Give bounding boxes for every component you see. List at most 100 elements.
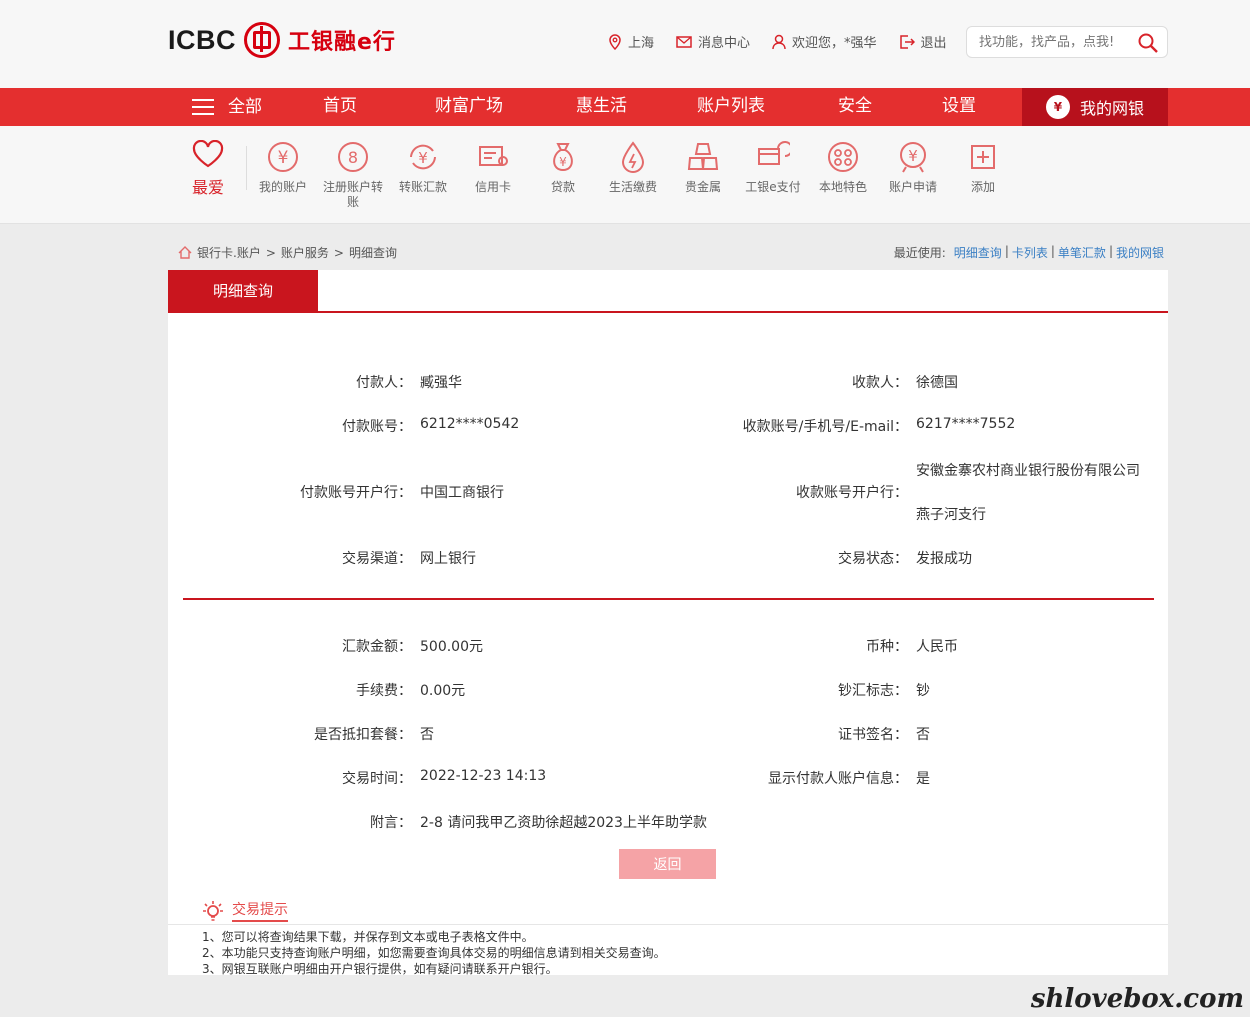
quick-item-add[interactable]: 添加 bbox=[948, 140, 1018, 195]
breadcrumb: 银行卡.账户 > 账户服务 > 明细查询 bbox=[178, 244, 402, 261]
quick-item-epay[interactable]: 工银e支付 bbox=[738, 140, 808, 195]
remark-value: 2-8 请问我甲乙资助徐超越2023上半年助学款 bbox=[420, 815, 707, 831]
message-center-link[interactable]: 消息中心 bbox=[676, 32, 750, 51]
recent-link-my-bank[interactable]: 我的网银 bbox=[1116, 244, 1164, 261]
tip-item: 3、网银互联账户明细由开户银行提供，如有疑问请联系开户银行。 bbox=[202, 962, 558, 976]
search-box bbox=[966, 26, 1168, 58]
show-payer-info-value: 是 bbox=[916, 771, 930, 787]
amount-label: 汇款金额： bbox=[342, 639, 412, 655]
favorites[interactable]: 最爱 bbox=[186, 139, 230, 198]
recent-link-detail[interactable]: 明细查询 bbox=[954, 244, 1002, 261]
money-bag-icon: ¥ bbox=[1045, 95, 1070, 119]
tip-item: 1、您可以将查询结果下载，并保存到文本或电子表格文件中。 bbox=[202, 930, 534, 944]
message-center-label: 消息中心 bbox=[698, 36, 751, 51]
icbc-logo[interactable]: ICBC 工银融e行 bbox=[168, 22, 396, 58]
local-feature-icon bbox=[828, 142, 858, 172]
top-links: 上海 消息中心 欢迎您，*强华 退出 bbox=[608, 32, 969, 51]
payee-bank-label: 收款账号开户行： bbox=[796, 485, 908, 501]
remark-label: 附言： bbox=[370, 815, 412, 831]
currency-value: 人民币 bbox=[916, 639, 958, 655]
logo-chinese-name: 工银融e行 bbox=[288, 30, 396, 55]
payee-account-label: 收款账号/手机号/E-mail： bbox=[742, 419, 908, 435]
logout-icon bbox=[899, 34, 915, 49]
breadcrumb-cards[interactable]: 银行卡.账户 bbox=[197, 244, 261, 261]
quick-item-label: 账户申请 bbox=[888, 180, 937, 194]
location-label: 上海 bbox=[628, 36, 655, 51]
trade-time-label: 交易时间： bbox=[342, 771, 412, 787]
payer-label: 付款人： bbox=[356, 375, 412, 391]
breadcrumb-account-service[interactable]: 账户服务 bbox=[281, 244, 329, 261]
logout-label: 退出 bbox=[920, 36, 947, 51]
fee-value: 0.00元 bbox=[420, 683, 466, 699]
my-bank-button[interactable]: ¥ 我的网银 bbox=[1022, 88, 1168, 126]
heart-icon bbox=[192, 139, 224, 168]
cash-flag-value: 钞 bbox=[916, 683, 930, 699]
payee-value: 徐德国 bbox=[916, 375, 958, 391]
svg-text:¥: ¥ bbox=[278, 148, 289, 168]
tab-bar: 明细查询 bbox=[168, 270, 1168, 313]
svg-text:¥: ¥ bbox=[418, 149, 428, 167]
tips-header: 交易提示 bbox=[202, 899, 288, 922]
quick-item-account-apply[interactable]: ¥ 账户申请 bbox=[878, 140, 948, 195]
svg-text:¥: ¥ bbox=[908, 147, 918, 165]
tab-detail-query[interactable]: 明细查询 bbox=[168, 270, 318, 312]
logo-text: ICBC bbox=[168, 24, 236, 55]
tips-title: 交易提示 bbox=[232, 899, 288, 922]
quick-item-label: 本地特色 bbox=[818, 180, 867, 194]
quick-item-label: 信用卡 bbox=[474, 180, 511, 194]
breadcrumb-sep: > bbox=[265, 245, 276, 260]
quick-item-transfer[interactable]: ¥ 转账汇款 bbox=[388, 140, 458, 195]
quick-item-my-account[interactable]: ¥ 我的账户 bbox=[248, 140, 318, 195]
home-icon[interactable] bbox=[178, 246, 192, 259]
welcome-user-link[interactable]: 欢迎您，*强华 bbox=[772, 32, 877, 51]
nav-settings[interactable]: 设置 bbox=[942, 88, 976, 126]
section-divider bbox=[183, 598, 1154, 600]
return-button[interactable]: 返回 bbox=[619, 849, 716, 879]
mail-icon bbox=[676, 35, 692, 48]
search-input[interactable] bbox=[979, 34, 1139, 50]
payee-bank-value: 安徽金寨农村商业银行股份有限公司 bbox=[916, 463, 1140, 479]
quick-item-label: 转账汇款 bbox=[398, 180, 447, 194]
status-value: 发报成功 bbox=[916, 551, 972, 567]
location-pin-icon bbox=[609, 33, 621, 50]
quick-item-credit-card[interactable]: 信用卡 bbox=[458, 140, 528, 195]
payee-bank-branch: 燕子河支行 bbox=[916, 507, 986, 523]
icbc-emblem-icon bbox=[244, 22, 280, 58]
nav-all-label: 全部 bbox=[228, 97, 262, 117]
amount-value: 500.00元 bbox=[420, 639, 483, 655]
account-apply-icon: ¥ bbox=[900, 142, 926, 173]
quick-item-label: 贵金属 bbox=[684, 180, 721, 194]
nav-account-list[interactable]: 账户列表 bbox=[697, 88, 765, 126]
payer-value: 臧强华 bbox=[420, 375, 462, 391]
quick-item-register-transfer[interactable]: 8 注册账户转账 bbox=[318, 140, 388, 210]
add-plus-icon bbox=[971, 145, 995, 169]
logout-link[interactable]: 退出 bbox=[899, 32, 947, 51]
quick-item-utilities[interactable]: 生活缴费 bbox=[598, 140, 668, 195]
nav-home[interactable]: 首页 bbox=[323, 88, 357, 126]
package-deduct-label: 是否抵扣套餐： bbox=[314, 727, 412, 743]
quick-item-loan[interactable]: ¥ 贷款 bbox=[528, 140, 598, 195]
nav-all[interactable]: 全部 bbox=[192, 88, 262, 126]
loan-bag-icon: ¥ bbox=[553, 143, 573, 172]
recent-label: 最近使用: bbox=[893, 246, 946, 260]
svg-text:8: 8 bbox=[348, 148, 358, 167]
payer-account-label: 付款账号： bbox=[342, 419, 412, 435]
payee-account-value: 6217****7552 bbox=[916, 416, 1016, 432]
quick-item-label: 工银e支付 bbox=[745, 180, 801, 194]
nav-life[interactable]: 惠生活 bbox=[576, 88, 627, 126]
recent-link-single-remit[interactable]: 单笔汇款 bbox=[1058, 244, 1106, 261]
user-icon bbox=[772, 34, 786, 49]
detail-panel: 明细查询 付款人： 臧强华 付款账号： 6212****0542 付款账号开户行… bbox=[168, 270, 1168, 885]
hamburger-icon bbox=[192, 99, 214, 115]
trade-time-value: 2022-12-23 14:13 bbox=[420, 768, 547, 784]
credit-card-icon bbox=[479, 146, 508, 166]
quick-item-local[interactable]: 本地特色 bbox=[808, 140, 878, 195]
location-link[interactable]: 上海 bbox=[608, 32, 654, 51]
transaction-tips: 交易提示 1、您可以将查询结果下载，并保存到文本或电子表格文件中。 2、本功能只… bbox=[168, 885, 1168, 976]
recent-link-card-list[interactable]: 卡列表 bbox=[1012, 244, 1048, 261]
quick-item-precious-metals[interactable]: 贵金属 bbox=[668, 140, 738, 195]
search-icon[interactable] bbox=[1137, 32, 1159, 54]
epay-icon bbox=[758, 141, 790, 165]
nav-security[interactable]: 安全 bbox=[838, 88, 872, 126]
nav-wealth[interactable]: 财富广场 bbox=[435, 88, 503, 126]
